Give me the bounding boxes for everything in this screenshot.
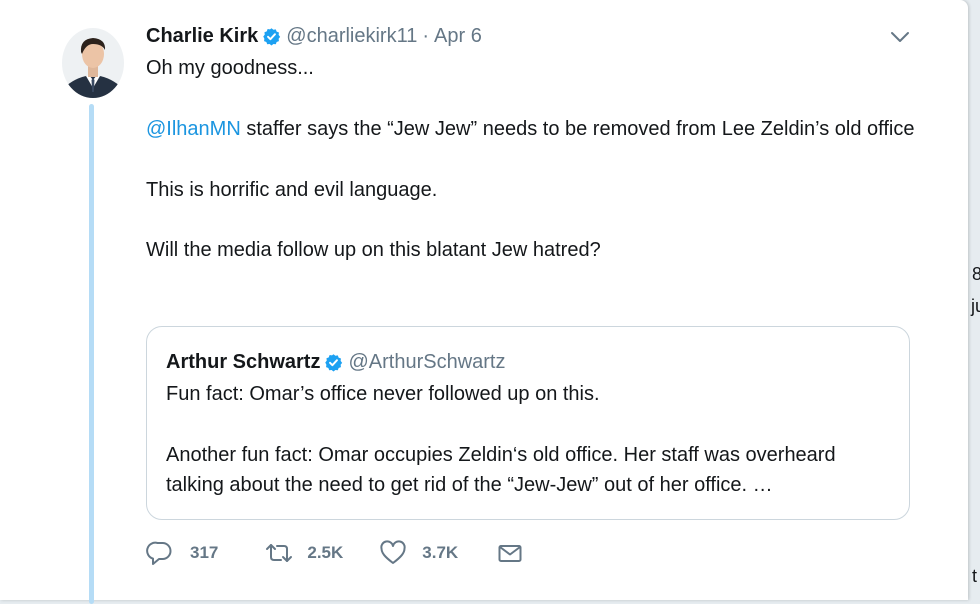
- quoted-author-name: Arthur Schwartz: [166, 350, 321, 373]
- author-name[interactable]: Charlie Kirk: [146, 25, 258, 48]
- envelope-icon: [498, 545, 522, 562]
- direct-message-button[interactable]: [496, 539, 524, 567]
- like-count: 3.7K: [422, 543, 459, 562]
- tweet-line: @IlhanMN staffer says the “Jew Jew” need…: [146, 114, 926, 144]
- retweet-count: 2.5K: [307, 543, 344, 562]
- tweet-line-text: staffer says the “Jew Jew” needs to be r…: [240, 117, 915, 140]
- quoted-author-handle: @ArthurSchwartz: [348, 350, 506, 373]
- reply-icon: [146, 541, 172, 565]
- retweet-icon: [266, 544, 293, 562]
- thread-connector-line: [89, 104, 94, 604]
- chevron-down-icon[interactable]: [888, 28, 912, 46]
- tweet-line: Oh my goodness...: [146, 57, 314, 79]
- profile-photo: [62, 28, 124, 98]
- like-button[interactable]: 3.7K: [379, 539, 458, 567]
- tweet-line: Will the media follow up on this blatant…: [146, 239, 601, 262]
- verified-badge-icon: [325, 353, 343, 371]
- author-handle[interactable]: @charliekirk11: [286, 25, 417, 48]
- background-text-fragment: t: [972, 566, 978, 586]
- tweet-date[interactable]: Apr 6: [434, 25, 482, 48]
- background-text-fragment: ju: [971, 296, 980, 316]
- quoted-line: Another fun fact: Omar occupies Zeldin‘s…: [166, 443, 836, 497]
- tweet-card: Charlie Kirk @charliekirk11 · Apr 6 Oh m…: [0, 0, 968, 604]
- quoted-tweet-text: Fun fact: Omar’s office never followed u…: [166, 379, 896, 501]
- avatar[interactable]: [62, 28, 124, 98]
- header-separator: ·: [422, 24, 430, 47]
- quoted-tweet-header: Arthur Schwartz @ArthurSchwartz: [166, 348, 505, 376]
- background-text-fragment: 8: [972, 264, 980, 284]
- quoted-tweet[interactable]: Arthur Schwartz @ArthurSchwartz Fun fact…: [146, 326, 910, 520]
- tweet-line: This is horrific and evil language.: [146, 178, 438, 201]
- action-bar: 317 2.5K 3.7K: [146, 537, 524, 569]
- tweet-header: Charlie Kirk @charliekirk11 · Apr 6: [146, 22, 482, 50]
- heart-icon: [380, 540, 406, 564]
- reply-button[interactable]: 317: [146, 539, 218, 567]
- mention-link[interactable]: @IlhanMN: [146, 118, 241, 140]
- retweet-button[interactable]: 2.5K: [264, 539, 343, 567]
- tweet-text: Oh my goodness... @IlhanMN staffer says …: [146, 53, 926, 266]
- reply-count: 317: [190, 543, 219, 562]
- quoted-line: Fun fact: Omar’s office never followed u…: [166, 383, 600, 405]
- verified-badge-icon: [263, 27, 281, 45]
